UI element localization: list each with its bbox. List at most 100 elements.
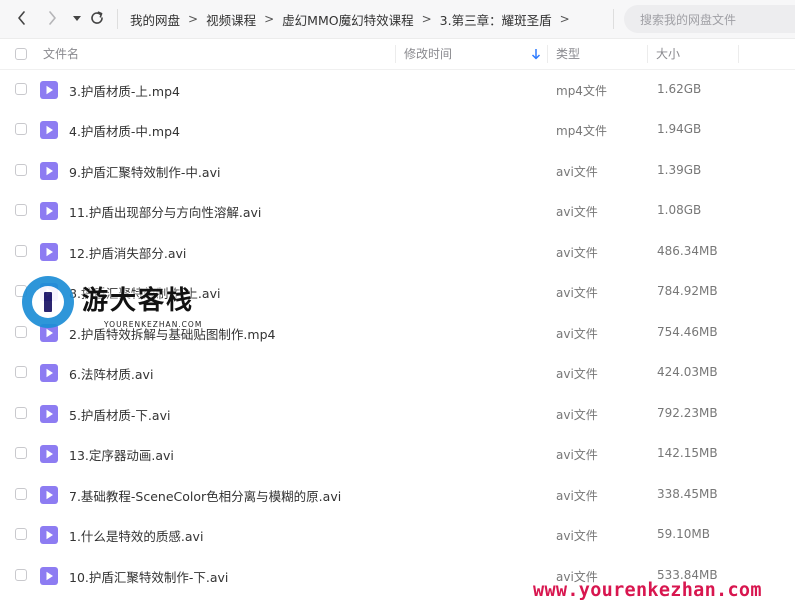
column-divider <box>647 45 648 63</box>
row-checkbox[interactable] <box>15 245 27 257</box>
file-row[interactable]: 3.护盾材质-上.mp4 mp4文件 1.62GB <box>0 70 795 110</box>
file-type: avi文件 <box>556 448 598 462</box>
row-checkbox[interactable] <box>15 123 27 135</box>
file-name[interactable]: 12.护盾消失部分.avi <box>69 243 186 262</box>
file-row[interactable]: 12.护盾消失部分.avi avi文件 486.34MB <box>0 232 795 272</box>
video-file-icon <box>40 243 58 261</box>
column-header-name[interactable]: 文件名 <box>43 39 79 69</box>
file-type: avi文件 <box>556 408 598 422</box>
select-all-checkbox[interactable] <box>15 48 27 60</box>
refresh-button[interactable] <box>86 7 108 29</box>
file-name[interactable]: 4.护盾材质-中.mp4 <box>69 121 180 140</box>
search-input[interactable] <box>638 10 792 30</box>
file-name[interactable]: 3.护盾材质-上.mp4 <box>69 81 180 100</box>
breadcrumb-item-current[interactable]: 3.第三章：耀斑圣盾 <box>440 10 552 29</box>
file-row[interactable]: 1.什么是特效的质感.avi avi文件 59.10MB <box>0 515 795 555</box>
file-size: 424.03MB <box>657 365 718 379</box>
file-name[interactable]: 1.什么是特效的质感.avi <box>69 526 203 545</box>
file-size: 1.94GB <box>657 122 702 136</box>
watermark-logo-badge <box>22 276 74 328</box>
file-type: avi文件 <box>556 489 598 503</box>
column-header-modified[interactable]: 修改时间 <box>404 39 452 69</box>
video-file-icon <box>40 162 58 180</box>
breadcrumb-item[interactable]: 视频课程 <box>206 10 256 29</box>
file-type: mp4文件 <box>556 84 607 98</box>
file-row[interactable]: 13.定序器动画.avi avi文件 142.15MB <box>0 434 795 474</box>
file-type: avi文件 <box>556 205 598 219</box>
file-size: 792.23MB <box>657 406 718 420</box>
file-type: avi文件 <box>556 529 598 543</box>
row-checkbox[interactable] <box>15 83 27 95</box>
file-size: 754.46MB <box>657 325 718 339</box>
watermark-logo-mark <box>44 292 52 312</box>
file-name[interactable]: 10.护盾汇聚特效制作-下.avi <box>69 567 228 586</box>
file-name[interactable]: 11.护盾出现部分与方向性溶解.avi <box>69 202 261 221</box>
file-size: 1.08GB <box>657 203 702 217</box>
sort-down-arrow-icon[interactable] <box>531 48 541 60</box>
file-type: mp4文件 <box>556 124 607 138</box>
file-row[interactable]: 9.护盾汇聚特效制作-中.avi avi文件 1.39GB <box>0 151 795 191</box>
video-file-icon <box>40 486 58 504</box>
forward-button[interactable] <box>41 7 63 29</box>
file-size: 1.39GB <box>657 163 702 177</box>
breadcrumb-separator: > <box>421 12 432 26</box>
back-button[interactable] <box>11 7 33 29</box>
video-file-icon <box>40 81 58 99</box>
history-dropdown-button[interactable] <box>66 7 88 29</box>
watermark-logo-text: 游大客栈 <box>82 286 195 316</box>
breadcrumb-separator: > <box>559 12 570 26</box>
video-file-icon <box>40 364 58 382</box>
video-file-icon <box>40 526 58 544</box>
file-size: 142.15MB <box>657 446 718 460</box>
navigation-bar: 我的网盘 > 视频课程 > 虚幻MMO魔幻特效课程 > 3.第三章：耀斑圣盾 > <box>0 0 795 39</box>
row-checkbox[interactable] <box>15 488 27 500</box>
file-type: avi文件 <box>556 246 598 260</box>
video-file-icon <box>40 567 58 585</box>
file-size: 59.10MB <box>657 527 710 541</box>
file-name[interactable]: 9.护盾汇聚特效制作-中.avi <box>69 162 220 181</box>
column-header-size[interactable]: 大小 <box>656 39 680 69</box>
column-divider <box>547 45 548 63</box>
file-row[interactable]: 5.护盾材质-下.avi avi文件 792.23MB <box>0 394 795 434</box>
breadcrumb-item[interactable]: 虚幻MMO魔幻特效课程 <box>282 10 413 29</box>
row-checkbox[interactable] <box>15 528 27 540</box>
video-file-icon <box>40 121 58 139</box>
chevron-left-icon <box>18 11 25 25</box>
column-divider <box>395 45 396 63</box>
breadcrumb: 我的网盘 > 视频课程 > 虚幻MMO魔幻特效课程 > 3.第三章：耀斑圣盾 > <box>130 0 578 38</box>
file-type: avi文件 <box>556 165 598 179</box>
video-file-icon <box>40 202 58 220</box>
row-checkbox[interactable] <box>15 447 27 459</box>
file-type: avi文件 <box>556 286 598 300</box>
file-name[interactable]: 6.法阵材质.avi <box>69 364 153 383</box>
watermark-url: www.yourenkezhan.com <box>533 580 762 601</box>
file-size: 1.62GB <box>657 82 702 96</box>
chevron-right-icon <box>49 11 56 25</box>
file-name[interactable]: 7.基础教程-SceneColor色相分离与模糊的原.avi <box>69 486 341 505</box>
file-type: avi文件 <box>556 367 598 381</box>
row-checkbox[interactable] <box>15 569 27 581</box>
search-box <box>624 5 795 33</box>
video-file-icon <box>40 405 58 423</box>
toolbar-divider <box>613 9 614 29</box>
file-row[interactable]: 4.护盾材质-中.mp4 mp4文件 1.94GB <box>0 110 795 150</box>
breadcrumb-separator: > <box>264 12 275 26</box>
row-checkbox[interactable] <box>15 407 27 419</box>
video-file-icon <box>40 445 58 463</box>
file-row[interactable]: 6.法阵材质.avi avi文件 424.03MB <box>0 353 795 393</box>
breadcrumb-separator: > <box>188 12 199 26</box>
file-name[interactable]: 13.定序器动画.avi <box>69 445 174 464</box>
row-checkbox[interactable] <box>15 366 27 378</box>
file-row[interactable]: 7.基础教程-SceneColor色相分离与模糊的原.avi avi文件 338… <box>0 475 795 515</box>
file-size: 486.34MB <box>657 244 718 258</box>
file-list-header: 文件名 修改时间 类型 大小 <box>0 39 795 70</box>
column-header-type[interactable]: 类型 <box>556 39 580 69</box>
row-checkbox[interactable] <box>15 164 27 176</box>
toolbar-divider <box>117 9 118 29</box>
file-row[interactable]: 11.护盾出现部分与方向性溶解.avi avi文件 1.08GB <box>0 191 795 231</box>
caret-down-icon <box>73 16 81 21</box>
breadcrumb-item[interactable]: 我的网盘 <box>130 10 180 29</box>
file-type: avi文件 <box>556 327 598 341</box>
file-name[interactable]: 5.护盾材质-下.avi <box>69 405 170 424</box>
row-checkbox[interactable] <box>15 204 27 216</box>
